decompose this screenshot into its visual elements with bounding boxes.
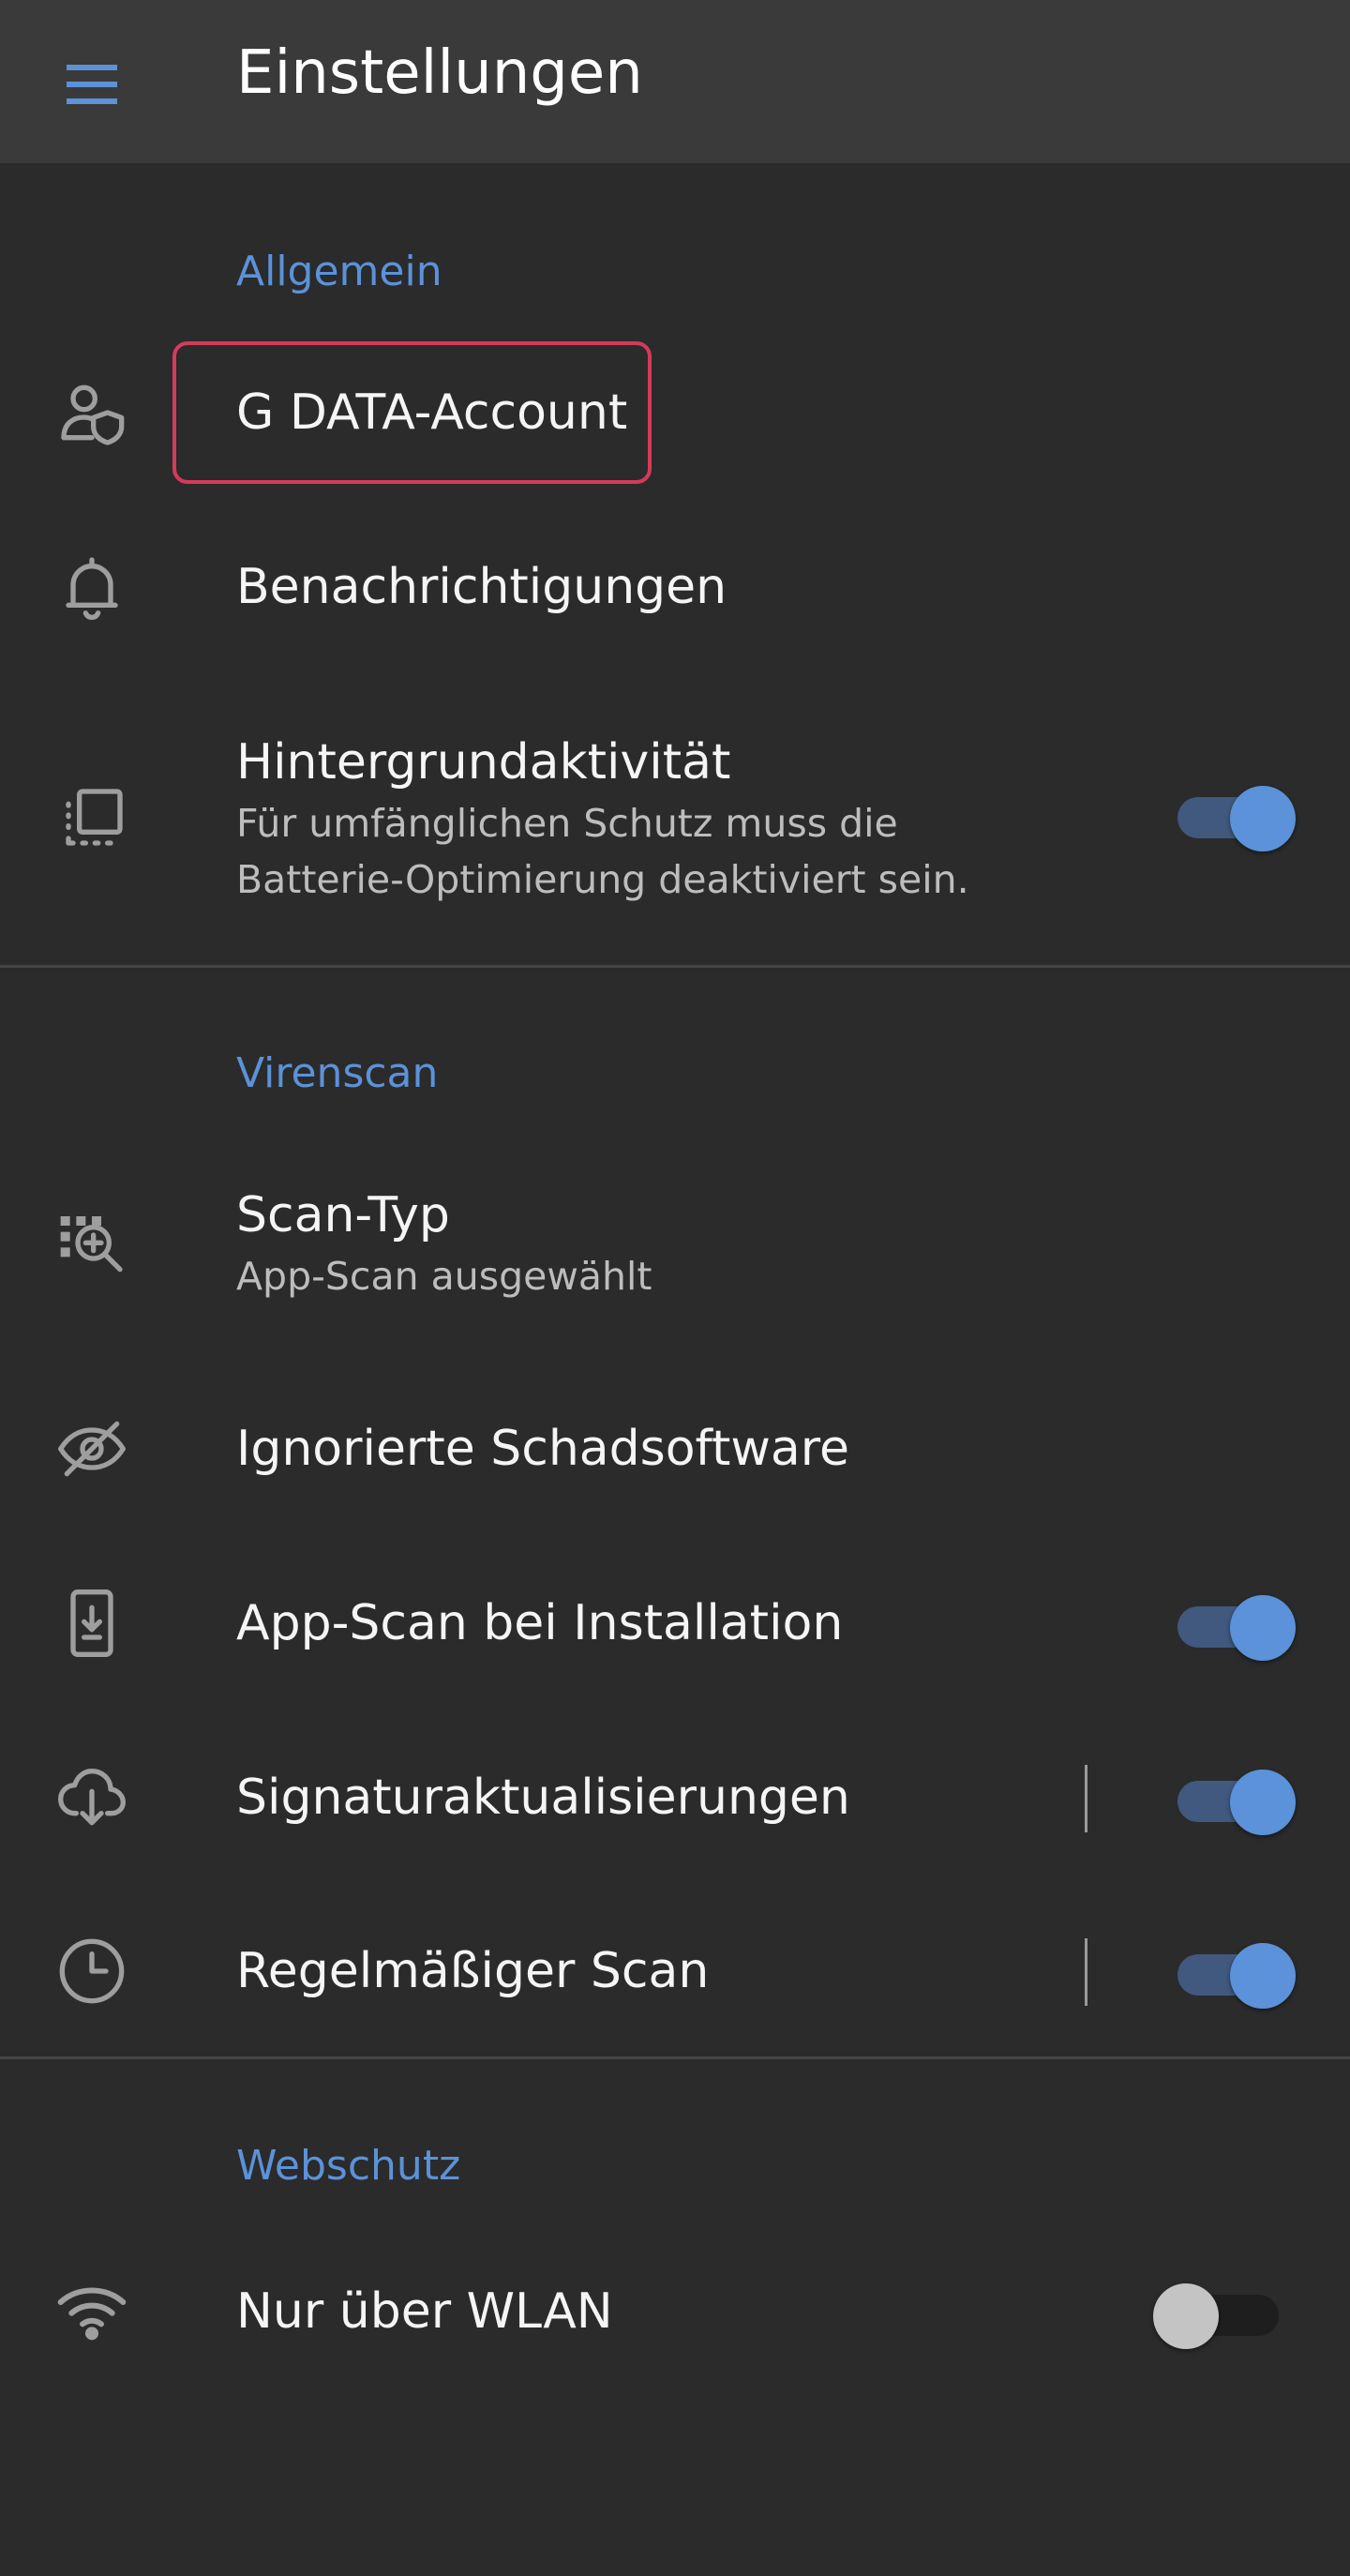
- install-scan-toggle[interactable]: [1178, 1586, 1299, 1661]
- wifi-only-toggle[interactable]: [1153, 2274, 1279, 2349]
- toggle-thumb: [1230, 1770, 1296, 1835]
- background-activity-description-line2: Batterie-Optimierung deaktiviert sein.: [236, 857, 969, 902]
- toggle-thumb: [1230, 1943, 1296, 2009]
- settings-item-background-activity[interactable]: Hintergrundaktivität Für umfänglichen Sc…: [0, 713, 1350, 938]
- scan-type-label: Scan-Typ: [236, 1187, 450, 1243]
- scan-type-value: App-Scan ausgewählt: [236, 1254, 652, 1299]
- menu-button[interactable]: [36, 28, 148, 141]
- settings-item-notifications[interactable]: Benachrichtigungen: [0, 502, 1350, 675]
- wifi-icon: [45, 2265, 139, 2358]
- account-shield-icon: [45, 366, 139, 459]
- toggle-thumb: [1230, 1595, 1296, 1661]
- notifications-label: Benachrichtigungen: [236, 559, 728, 615]
- eye-off-icon: [45, 1402, 139, 1496]
- bell-icon: [45, 541, 139, 635]
- cloud-download-icon: [45, 1751, 139, 1845]
- settings-item-account[interactable]: G DATA-Account: [0, 328, 1350, 497]
- app-bar: Einstellungen: [0, 0, 1350, 163]
- section-header-web-protection: Webschutz: [236, 2142, 461, 2190]
- install-scan-label: App-Scan bei Installation: [236, 1595, 844, 1651]
- signature-updates-toggle[interactable]: [1178, 1760, 1299, 1835]
- settings-item-signature-updates[interactable]: Signaturaktualisierungen: [0, 1709, 1350, 1887]
- signature-updates-label: Signaturaktualisierungen: [236, 1770, 850, 1826]
- phone-download-icon: [45, 1576, 139, 1670]
- section-header-virus-scan: Virenscan: [236, 1049, 439, 1097]
- settings-item-install-scan[interactable]: App-Scan bei Installation: [0, 1534, 1350, 1712]
- toggle-thumb: [1153, 2283, 1219, 2349]
- section-divider: [0, 2056, 1350, 2059]
- vertical-separator: [1085, 1938, 1088, 2006]
- settings-item-wifi-only[interactable]: Nur über WLAN: [0, 2222, 1350, 2401]
- settings-item-ignored-malware[interactable]: Ignorierte Schadsoftware: [0, 1360, 1350, 1538]
- scan-search-icon: [45, 1198, 139, 1291]
- background-activity-toggle[interactable]: [1178, 776, 1299, 851]
- page-title: Einstellungen: [236, 38, 643, 108]
- toggle-thumb: [1230, 786, 1296, 851]
- settings-item-scheduled-scan[interactable]: Regelmäßiger Scan: [0, 1882, 1350, 2060]
- clock-icon: [45, 1924, 139, 2018]
- vertical-separator: [1085, 1765, 1088, 1832]
- ignored-malware-label: Ignorierte Schadsoftware: [236, 1421, 849, 1477]
- section-header-general: Allgemein: [236, 248, 442, 295]
- scheduled-scan-label: Regelmäßiger Scan: [236, 1943, 710, 1999]
- settings-item-scan-type[interactable]: Scan-Typ App-Scan ausgewählt: [0, 1149, 1350, 1346]
- background-activity-icon: [45, 773, 139, 866]
- wifi-only-label: Nur über WLAN: [236, 2283, 613, 2340]
- scheduled-scan-toggle[interactable]: [1178, 1934, 1299, 2009]
- hamburger-menu-icon: [67, 65, 117, 104]
- background-activity-label: Hintergrundaktivität: [236, 734, 731, 791]
- account-label: G DATA-Account: [236, 384, 628, 441]
- background-activity-description-line1: Für umfänglichen Schutz muss die: [236, 801, 898, 846]
- section-divider: [0, 965, 1350, 968]
